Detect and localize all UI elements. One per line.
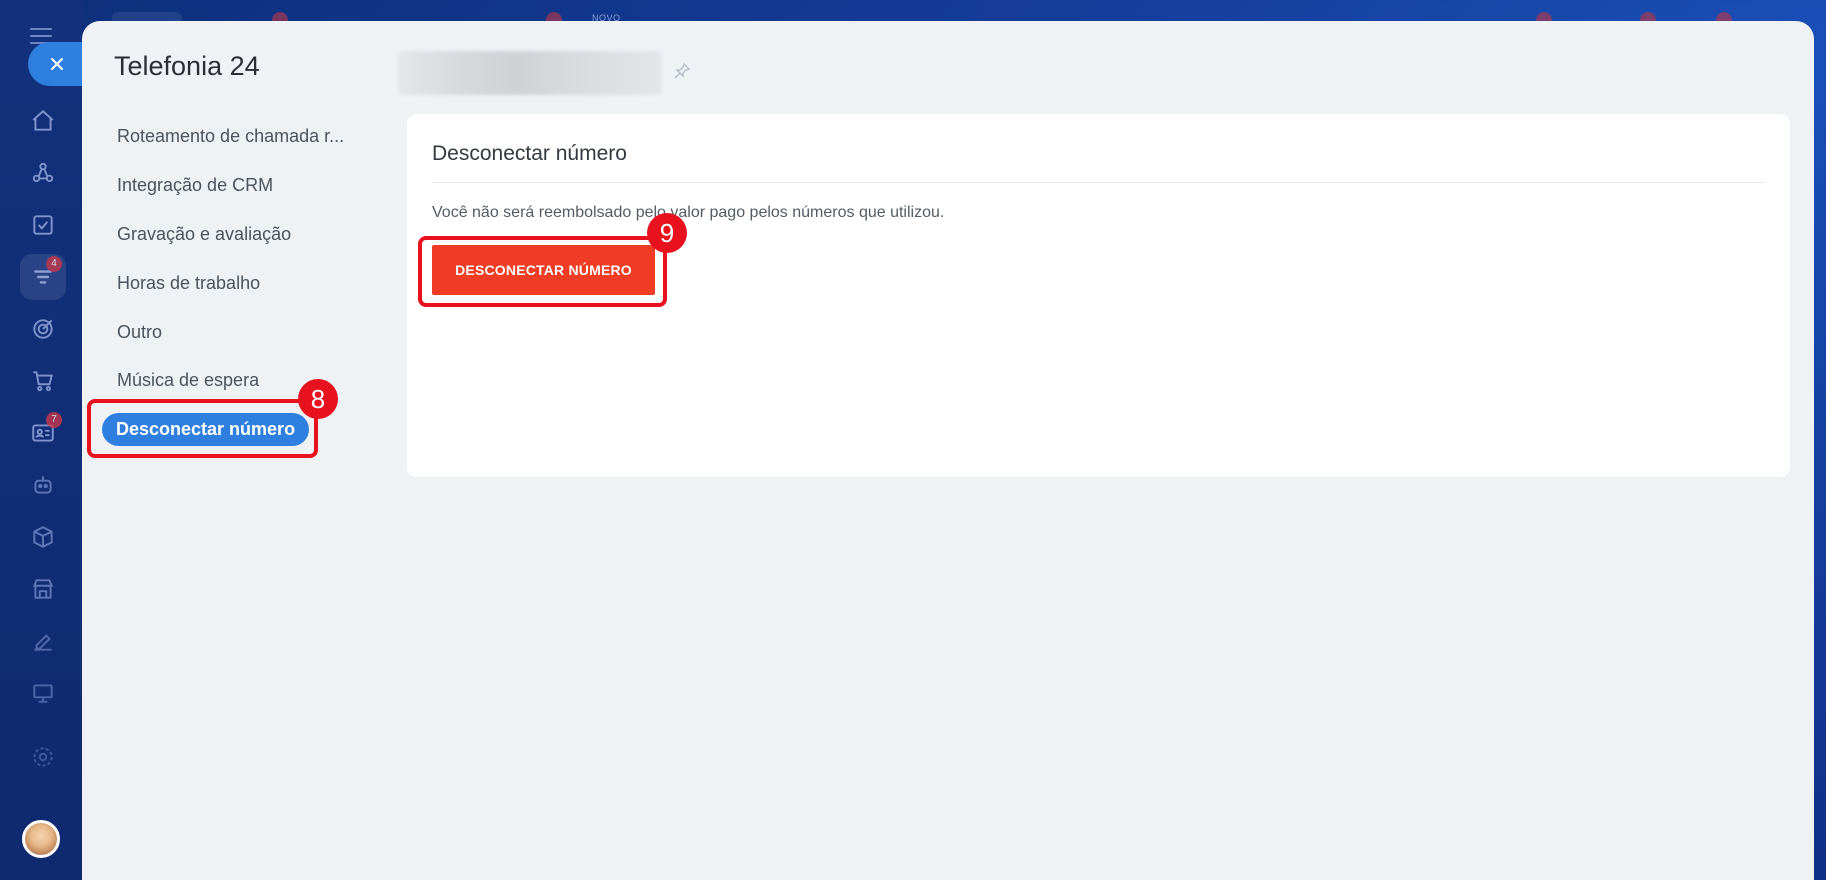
nav-item-recording[interactable]: Gravação e avaliação [117,224,291,245]
target-icon[interactable] [20,306,66,352]
close-panel-button[interactable] [28,42,88,86]
card-title: Desconectar número [432,142,627,165]
store-icon[interactable] [20,566,66,612]
nav-item-crm-integration[interactable]: Integração de CRM [117,175,273,196]
settings-icon[interactable] [20,734,66,780]
refund-warning-text: Você não será reembolsado pelo valor pag… [432,204,945,221]
user-avatar[interactable] [22,820,60,858]
pin-icon[interactable] [672,61,692,81]
annotation-badge-9: 9 [647,213,687,253]
annotation-box-9 [418,236,667,307]
nav-item-hold-music[interactable]: Música de espera [117,370,259,391]
blurred-number-title [398,51,662,95]
filter-icon[interactable]: 4 [20,254,66,300]
home-icon[interactable] [20,98,66,144]
robot-icon[interactable] [20,462,66,508]
tasks-icon[interactable] [20,202,66,248]
card-divider [432,182,1765,183]
panel-title: Telefonia 24 [114,51,260,81]
crm-icon[interactable] [20,150,66,196]
contacts-icon[interactable]: 7 [20,410,66,456]
app-sidebar: 4 7 [0,0,82,880]
settings-panel: Telefonia 24 Roteamento de chamada r... … [82,21,1814,880]
annotation-badge-8: 8 [298,379,338,419]
box-icon[interactable] [20,514,66,560]
annotation-box-8 [87,399,318,458]
contacts-badge: 7 [46,412,62,428]
nav-item-working-hours[interactable]: Horas de trabalho [117,273,260,294]
cart-icon[interactable] [20,358,66,404]
sign-icon[interactable] [20,618,66,664]
presentation-icon[interactable] [20,670,66,716]
nav-item-call-routing[interactable]: Roteamento de chamada r... [117,126,344,147]
tasks-badge: 4 [46,256,62,272]
nav-item-other[interactable]: Outro [117,322,162,343]
close-icon [51,58,63,70]
